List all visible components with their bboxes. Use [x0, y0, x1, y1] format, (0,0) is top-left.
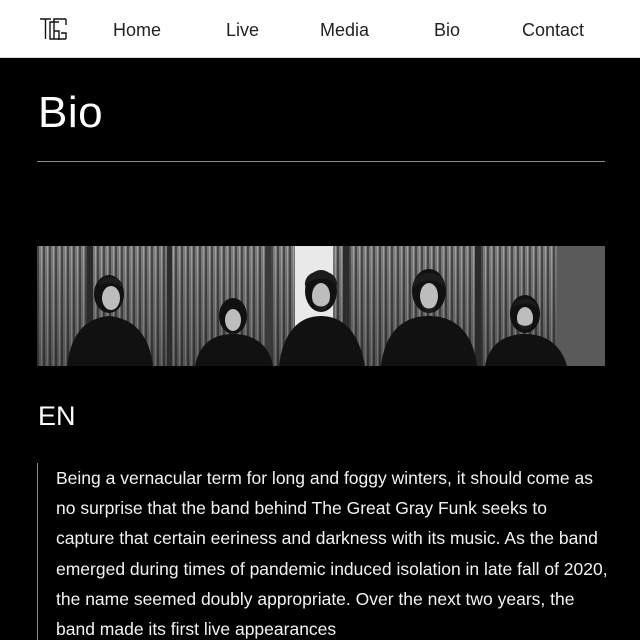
language-heading: EN — [38, 401, 76, 431]
bio-text: Being a vernacular term for long and fog… — [56, 468, 608, 640]
nav-link-media[interactable]: Media — [320, 19, 369, 41]
page: Home Live Media Bio Contact Bio EN Being… — [0, 0, 640, 640]
band-logo-icon[interactable] — [39, 17, 67, 41]
nav-link-bio[interactable]: Bio — [434, 19, 460, 41]
title-divider — [37, 161, 605, 162]
bio-quote-block: Being a vernacular term for long and fog… — [37, 463, 608, 640]
nav-link-contact[interactable]: Contact — [522, 19, 584, 41]
nav-link-live[interactable]: Live — [226, 19, 259, 41]
top-navbar: Home Live Media Bio Contact — [0, 0, 640, 58]
nav-link-home[interactable]: Home — [113, 19, 161, 41]
band-photo — [37, 246, 605, 366]
page-title: Bio — [38, 88, 104, 137]
